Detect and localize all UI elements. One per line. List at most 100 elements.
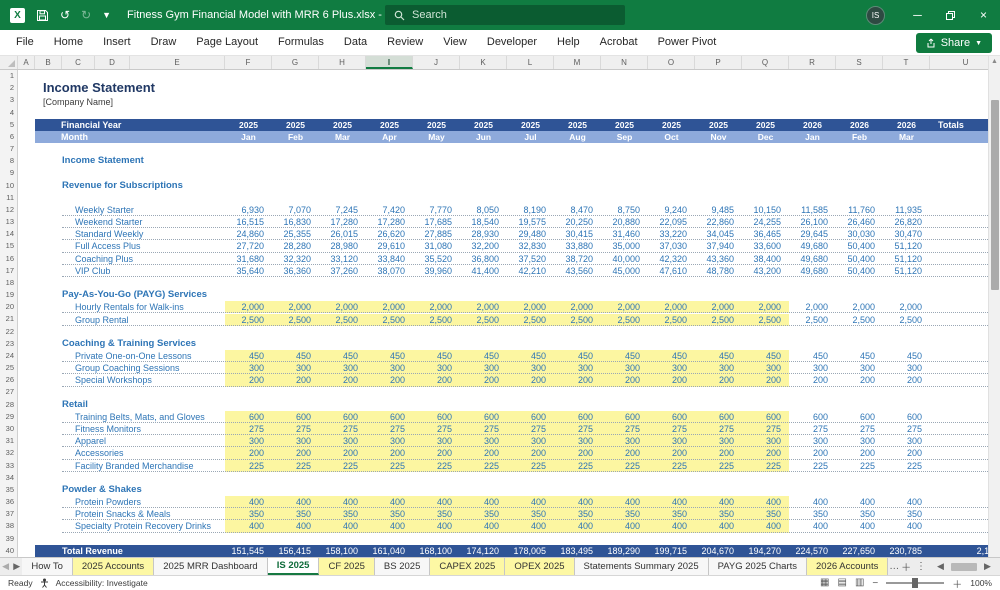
cell-T32[interactable]: 200 bbox=[883, 447, 930, 459]
ribbon-tab-acrobat[interactable]: Acrobat bbox=[590, 30, 648, 55]
cell-J26[interactable]: 200 bbox=[413, 374, 460, 386]
row-header-18[interactable]: 18 bbox=[0, 277, 17, 289]
ribbon-tab-formulas[interactable]: Formulas bbox=[268, 30, 334, 55]
cell-I6[interactable]: Apr bbox=[366, 131, 413, 143]
cell-P17[interactable]: 48,780 bbox=[695, 265, 742, 277]
cell-K5[interactable]: 2025 bbox=[460, 119, 507, 131]
row-header-23[interactable]: 23 bbox=[0, 338, 17, 350]
cell-K20[interactable]: 2,000 bbox=[460, 301, 507, 313]
cell-N36[interactable]: 400 bbox=[601, 496, 648, 508]
cell-G6[interactable]: Feb bbox=[272, 131, 319, 143]
cell-I30[interactable]: 275 bbox=[366, 423, 413, 435]
cell-J13[interactable]: 17,685 bbox=[413, 216, 460, 228]
cell-R15[interactable]: 49,680 bbox=[789, 240, 836, 252]
cell-S13[interactable]: 26,460 bbox=[836, 216, 883, 228]
cell-F32[interactable]: 200 bbox=[225, 447, 272, 459]
cell-O31[interactable]: 300 bbox=[648, 435, 695, 447]
sheet-body[interactable]: Income Statement[Company Name]Financial … bbox=[18, 70, 988, 557]
cell-G32[interactable]: 200 bbox=[272, 447, 319, 459]
row-header-11[interactable]: 11 bbox=[0, 192, 17, 204]
grand-total-cell[interactable]: 2,118,765 bbox=[930, 545, 988, 557]
cell-M31[interactable]: 300 bbox=[554, 435, 601, 447]
cell-L17[interactable]: 42,210 bbox=[507, 265, 554, 277]
sheet-tab-opex-2025[interactable]: OPEX 2025 bbox=[505, 558, 574, 575]
cell-S20[interactable]: 2,000 bbox=[836, 301, 883, 313]
cell-G31[interactable]: 300 bbox=[272, 435, 319, 447]
cell-I31[interactable]: 300 bbox=[366, 435, 413, 447]
excel-logo-icon[interactable]: X bbox=[10, 8, 25, 23]
cell-L20[interactable]: 2,000 bbox=[507, 301, 554, 313]
cell-S40[interactable]: 227,650 bbox=[836, 545, 883, 557]
share-button[interactable]: Share ▼ bbox=[916, 33, 992, 53]
column-header-F[interactable]: F bbox=[225, 56, 272, 69]
cell-R14[interactable]: 29,645 bbox=[789, 228, 836, 240]
column-header-B[interactable]: B bbox=[35, 56, 62, 69]
row-header-9[interactable]: 9 bbox=[0, 167, 17, 179]
column-header-D[interactable]: D bbox=[95, 56, 130, 69]
cell-L5[interactable]: 2025 bbox=[507, 119, 554, 131]
cell-H38[interactable]: 400 bbox=[319, 520, 366, 532]
cell-P5[interactable]: 2025 bbox=[695, 119, 742, 131]
cell-N37[interactable]: 350 bbox=[601, 508, 648, 520]
row-header-33[interactable]: 33 bbox=[0, 460, 17, 472]
cell-L25[interactable]: 300 bbox=[507, 362, 554, 374]
cell-S12[interactable]: 11,760 bbox=[836, 204, 883, 216]
hscroll-left-icon[interactable]: ◀ bbox=[932, 561, 949, 572]
zoom-level[interactable]: 100% bbox=[970, 578, 992, 588]
column-header-Q[interactable]: Q bbox=[742, 56, 789, 69]
cell-S17[interactable]: 50,400 bbox=[836, 265, 883, 277]
cell-J17[interactable]: 39,960 bbox=[413, 265, 460, 277]
cell-P15[interactable]: 37,940 bbox=[695, 240, 742, 252]
cell-K33[interactable]: 225 bbox=[460, 460, 507, 472]
cell-L21[interactable]: 2,500 bbox=[507, 314, 554, 326]
cell-J15[interactable]: 31,080 bbox=[413, 240, 460, 252]
cell-Q26[interactable]: 200 bbox=[742, 374, 789, 386]
cell-T37[interactable]: 350 bbox=[883, 508, 930, 520]
column-header-R[interactable]: R bbox=[789, 56, 836, 69]
column-header-S[interactable]: S bbox=[836, 56, 883, 69]
cell-I16[interactable]: 33,840 bbox=[366, 253, 413, 265]
cell-O24[interactable]: 450 bbox=[648, 350, 695, 362]
ribbon-tab-home[interactable]: Home bbox=[44, 30, 93, 55]
row-header-16[interactable]: 16 bbox=[0, 253, 17, 265]
cell-R13[interactable]: 26,100 bbox=[789, 216, 836, 228]
row-header-31[interactable]: 31 bbox=[0, 435, 17, 447]
cell-Q29[interactable]: 600 bbox=[742, 411, 789, 423]
cell-P32[interactable]: 200 bbox=[695, 447, 742, 459]
save-icon[interactable] bbox=[36, 7, 49, 23]
zoom-in-icon[interactable]: ＋ bbox=[952, 576, 962, 590]
cell-Q6[interactable]: Dec bbox=[742, 131, 789, 143]
sheet-tab-2025-mrr-dashboard[interactable]: 2025 MRR Dashboard bbox=[154, 558, 268, 575]
cell-N38[interactable]: 400 bbox=[601, 520, 648, 532]
cell-I38[interactable]: 400 bbox=[366, 520, 413, 532]
cell-G17[interactable]: 36,360 bbox=[272, 265, 319, 277]
cell-K37[interactable]: 350 bbox=[460, 508, 507, 520]
cell-F38[interactable]: 400 bbox=[225, 520, 272, 532]
cell-G26[interactable]: 200 bbox=[272, 374, 319, 386]
cell-F20[interactable]: 2,000 bbox=[225, 301, 272, 313]
cell-M20[interactable]: 2,000 bbox=[554, 301, 601, 313]
row-header-30[interactable]: 30 bbox=[0, 423, 17, 435]
cell-Q31[interactable]: 300 bbox=[742, 435, 789, 447]
cell-M38[interactable]: 400 bbox=[554, 520, 601, 532]
cell-P21[interactable]: 2,500 bbox=[695, 314, 742, 326]
row-header-29[interactable]: 29 bbox=[0, 411, 17, 423]
cell-O5[interactable]: 2025 bbox=[648, 119, 695, 131]
cell-H13[interactable]: 17,280 bbox=[319, 216, 366, 228]
cell-J33[interactable]: 225 bbox=[413, 460, 460, 472]
row-header-5[interactable]: 5 bbox=[0, 119, 17, 131]
cell-T30[interactable]: 275 bbox=[883, 423, 930, 435]
cell-F16[interactable]: 31,680 bbox=[225, 253, 272, 265]
row-header-28[interactable]: 28 bbox=[0, 399, 17, 411]
cell-R38[interactable]: 400 bbox=[789, 520, 836, 532]
cell-O32[interactable]: 200 bbox=[648, 447, 695, 459]
cell-P30[interactable]: 275 bbox=[695, 423, 742, 435]
cell-F30[interactable]: 275 bbox=[225, 423, 272, 435]
row-header-26[interactable]: 26 bbox=[0, 374, 17, 386]
cell-T6[interactable]: Mar bbox=[883, 131, 930, 143]
cell-O15[interactable]: 37,030 bbox=[648, 240, 695, 252]
cell-K32[interactable]: 200 bbox=[460, 447, 507, 459]
cell-J21[interactable]: 2,500 bbox=[413, 314, 460, 326]
cell-H20[interactable]: 2,000 bbox=[319, 301, 366, 313]
cell-F5[interactable]: 2025 bbox=[225, 119, 272, 131]
